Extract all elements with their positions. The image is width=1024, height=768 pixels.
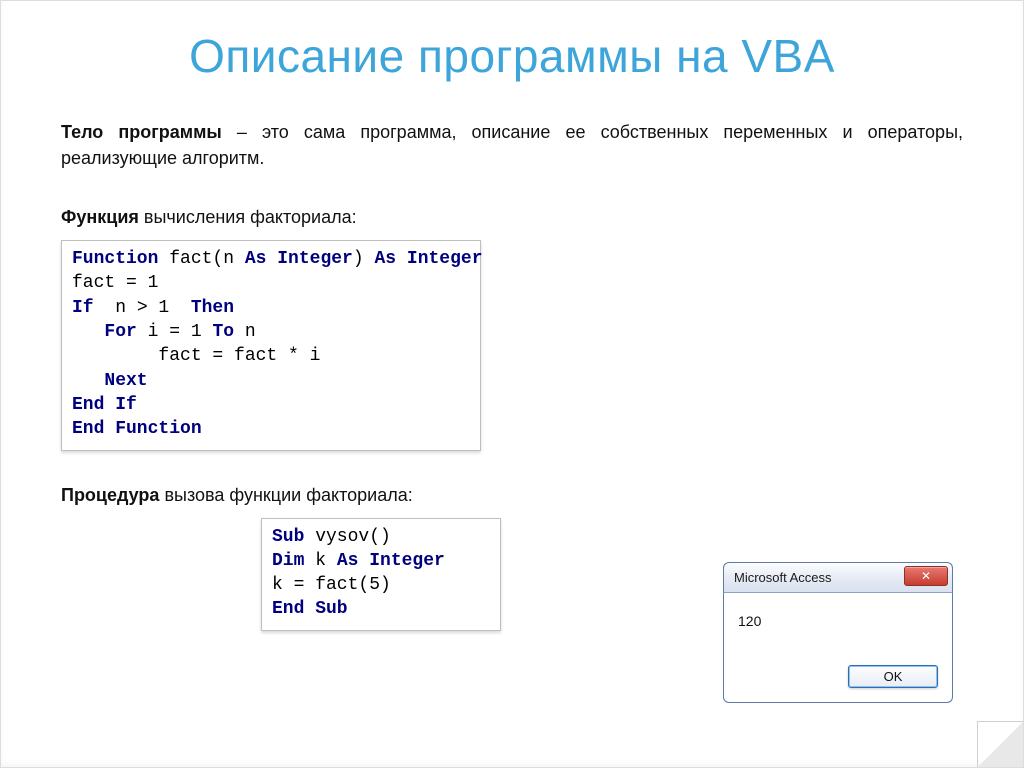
dialog-title: Microsoft Access: [734, 570, 832, 585]
body-paragraph: Тело программы – это сама программа, опи…: [61, 119, 963, 171]
close-button[interactable]: ✕: [904, 566, 948, 586]
function-label-strong: Функция: [61, 207, 139, 227]
para-strong: Тело программы: [61, 122, 222, 142]
page-title: Описание программы на VBA: [61, 29, 963, 83]
page-corner-fold-icon: [977, 721, 1023, 767]
close-icon: ✕: [921, 569, 931, 583]
procedure-label-rest: вызова функции факториала:: [159, 485, 412, 505]
dialog-button-row: OK: [738, 665, 938, 688]
code-block-function: Function fact(n As Integer) As Integer f…: [61, 240, 481, 450]
dialog-titlebar[interactable]: Microsoft Access ✕: [723, 562, 953, 592]
code-block-procedure: Sub vysov() Dim k As Integer k = fact(5)…: [261, 518, 501, 631]
code-function-pre: Function fact(n As Integer) As Integer f…: [72, 247, 470, 441]
function-label-rest: вычисления факториала:: [139, 207, 357, 227]
dialog-message: 120: [738, 613, 938, 629]
procedure-label-strong: Процедура: [61, 485, 159, 505]
function-label: Функция вычисления факториала:: [61, 207, 963, 228]
code-procedure-pre: Sub vysov() Dim k As Integer k = fact(5)…: [272, 525, 490, 622]
msgbox-dialog: Microsoft Access ✕ 120 OK: [723, 562, 953, 703]
ok-button[interactable]: OK: [848, 665, 938, 688]
slide: Описание программы на VBA Тело программы…: [0, 0, 1024, 768]
dialog-body: 120 OK: [723, 592, 953, 703]
procedure-label: Процедура вызова функции факториала:: [61, 485, 963, 506]
